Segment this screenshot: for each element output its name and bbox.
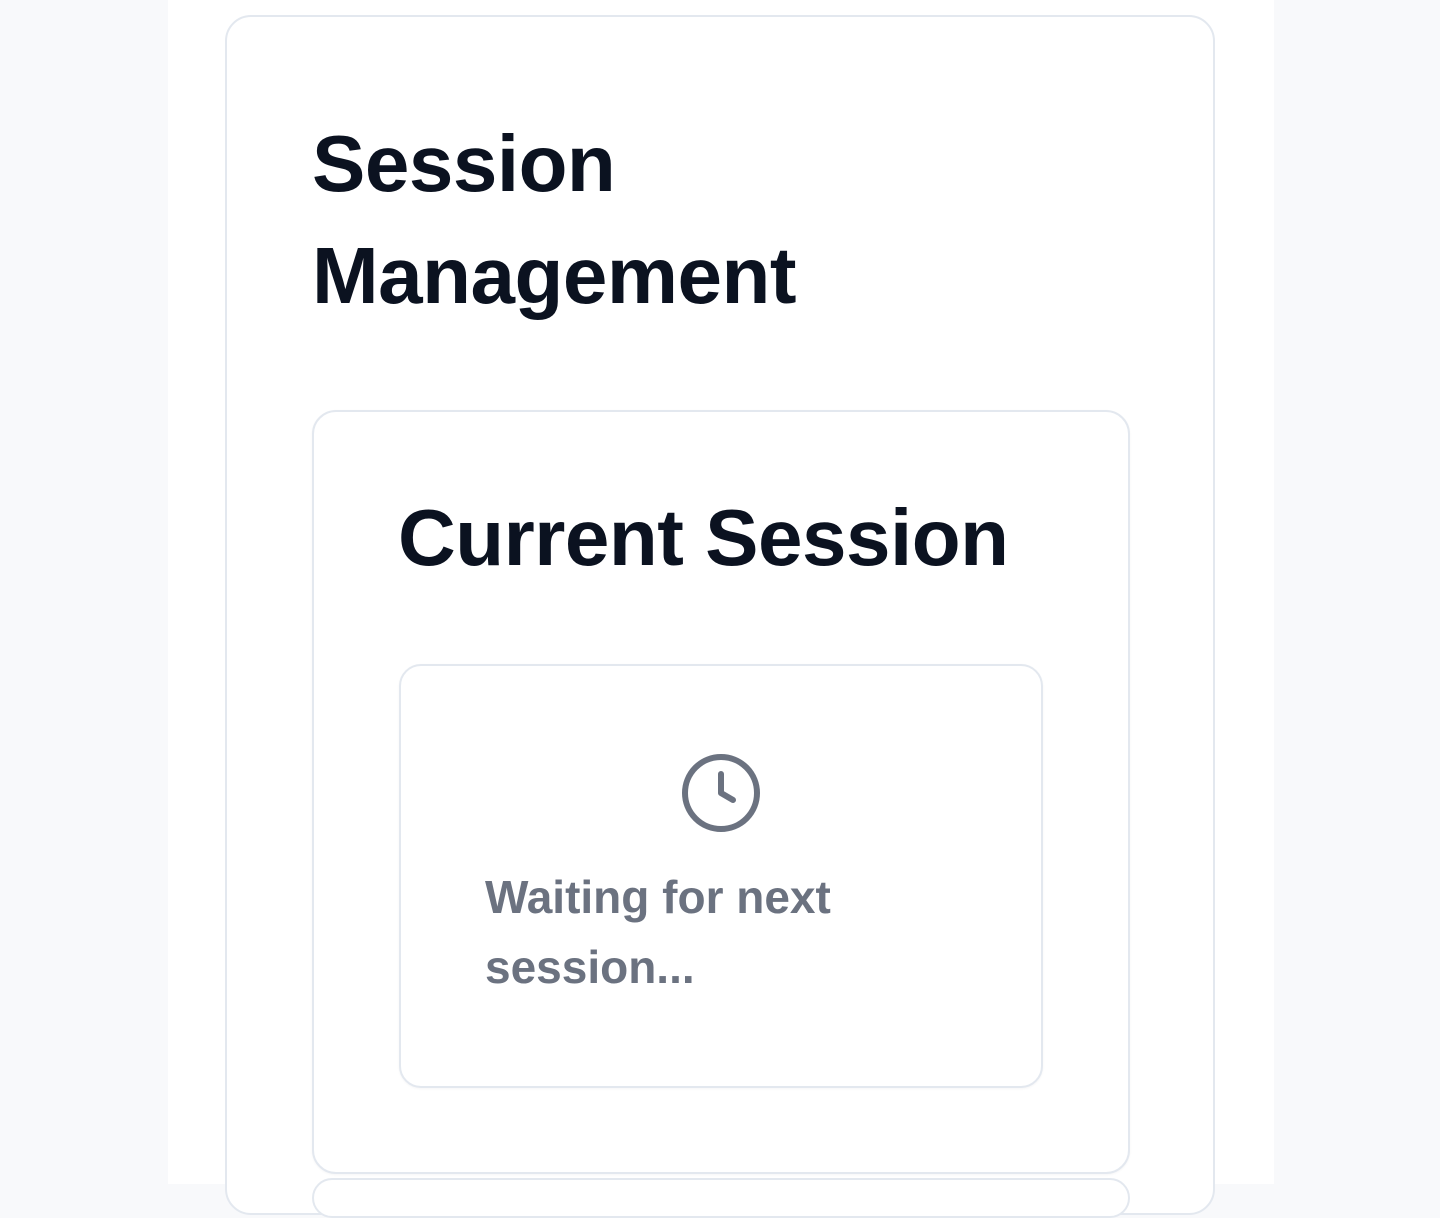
session-status-text: Waiting for next session... [485,871,831,993]
page-title: Session Management [312,119,796,320]
next-section-card [312,1178,1130,1218]
clock-icon [682,754,760,832]
current-session-title: Current Session [398,493,1009,582]
